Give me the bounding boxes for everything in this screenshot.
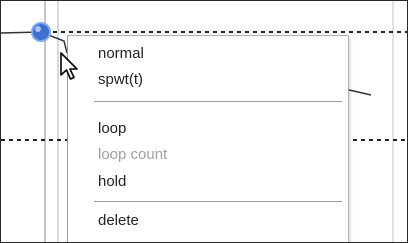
arrow-pointer-icon <box>60 52 78 80</box>
menu-separator <box>94 201 342 203</box>
menu-separator <box>94 101 342 103</box>
breakpoint-handle-highlight <box>35 26 41 32</box>
context-menu: normal spwt(t) loop loop count hold dele… <box>67 35 349 242</box>
curve-editor-panel: normal spwt(t) loop loop count hold dele… <box>0 0 408 243</box>
menu-item-hold[interactable]: hold <box>98 173 126 191</box>
menu-item-normal[interactable]: normal <box>98 45 144 63</box>
breakpoint-handle[interactable] <box>31 22 51 42</box>
menu-item-delete[interactable]: delete <box>98 212 139 230</box>
menu-item-loop[interactable]: loop <box>98 120 126 138</box>
menu-item-spwt[interactable]: spwt(t) <box>98 71 143 89</box>
menu-item-loop-count: loop count <box>98 146 168 163</box>
